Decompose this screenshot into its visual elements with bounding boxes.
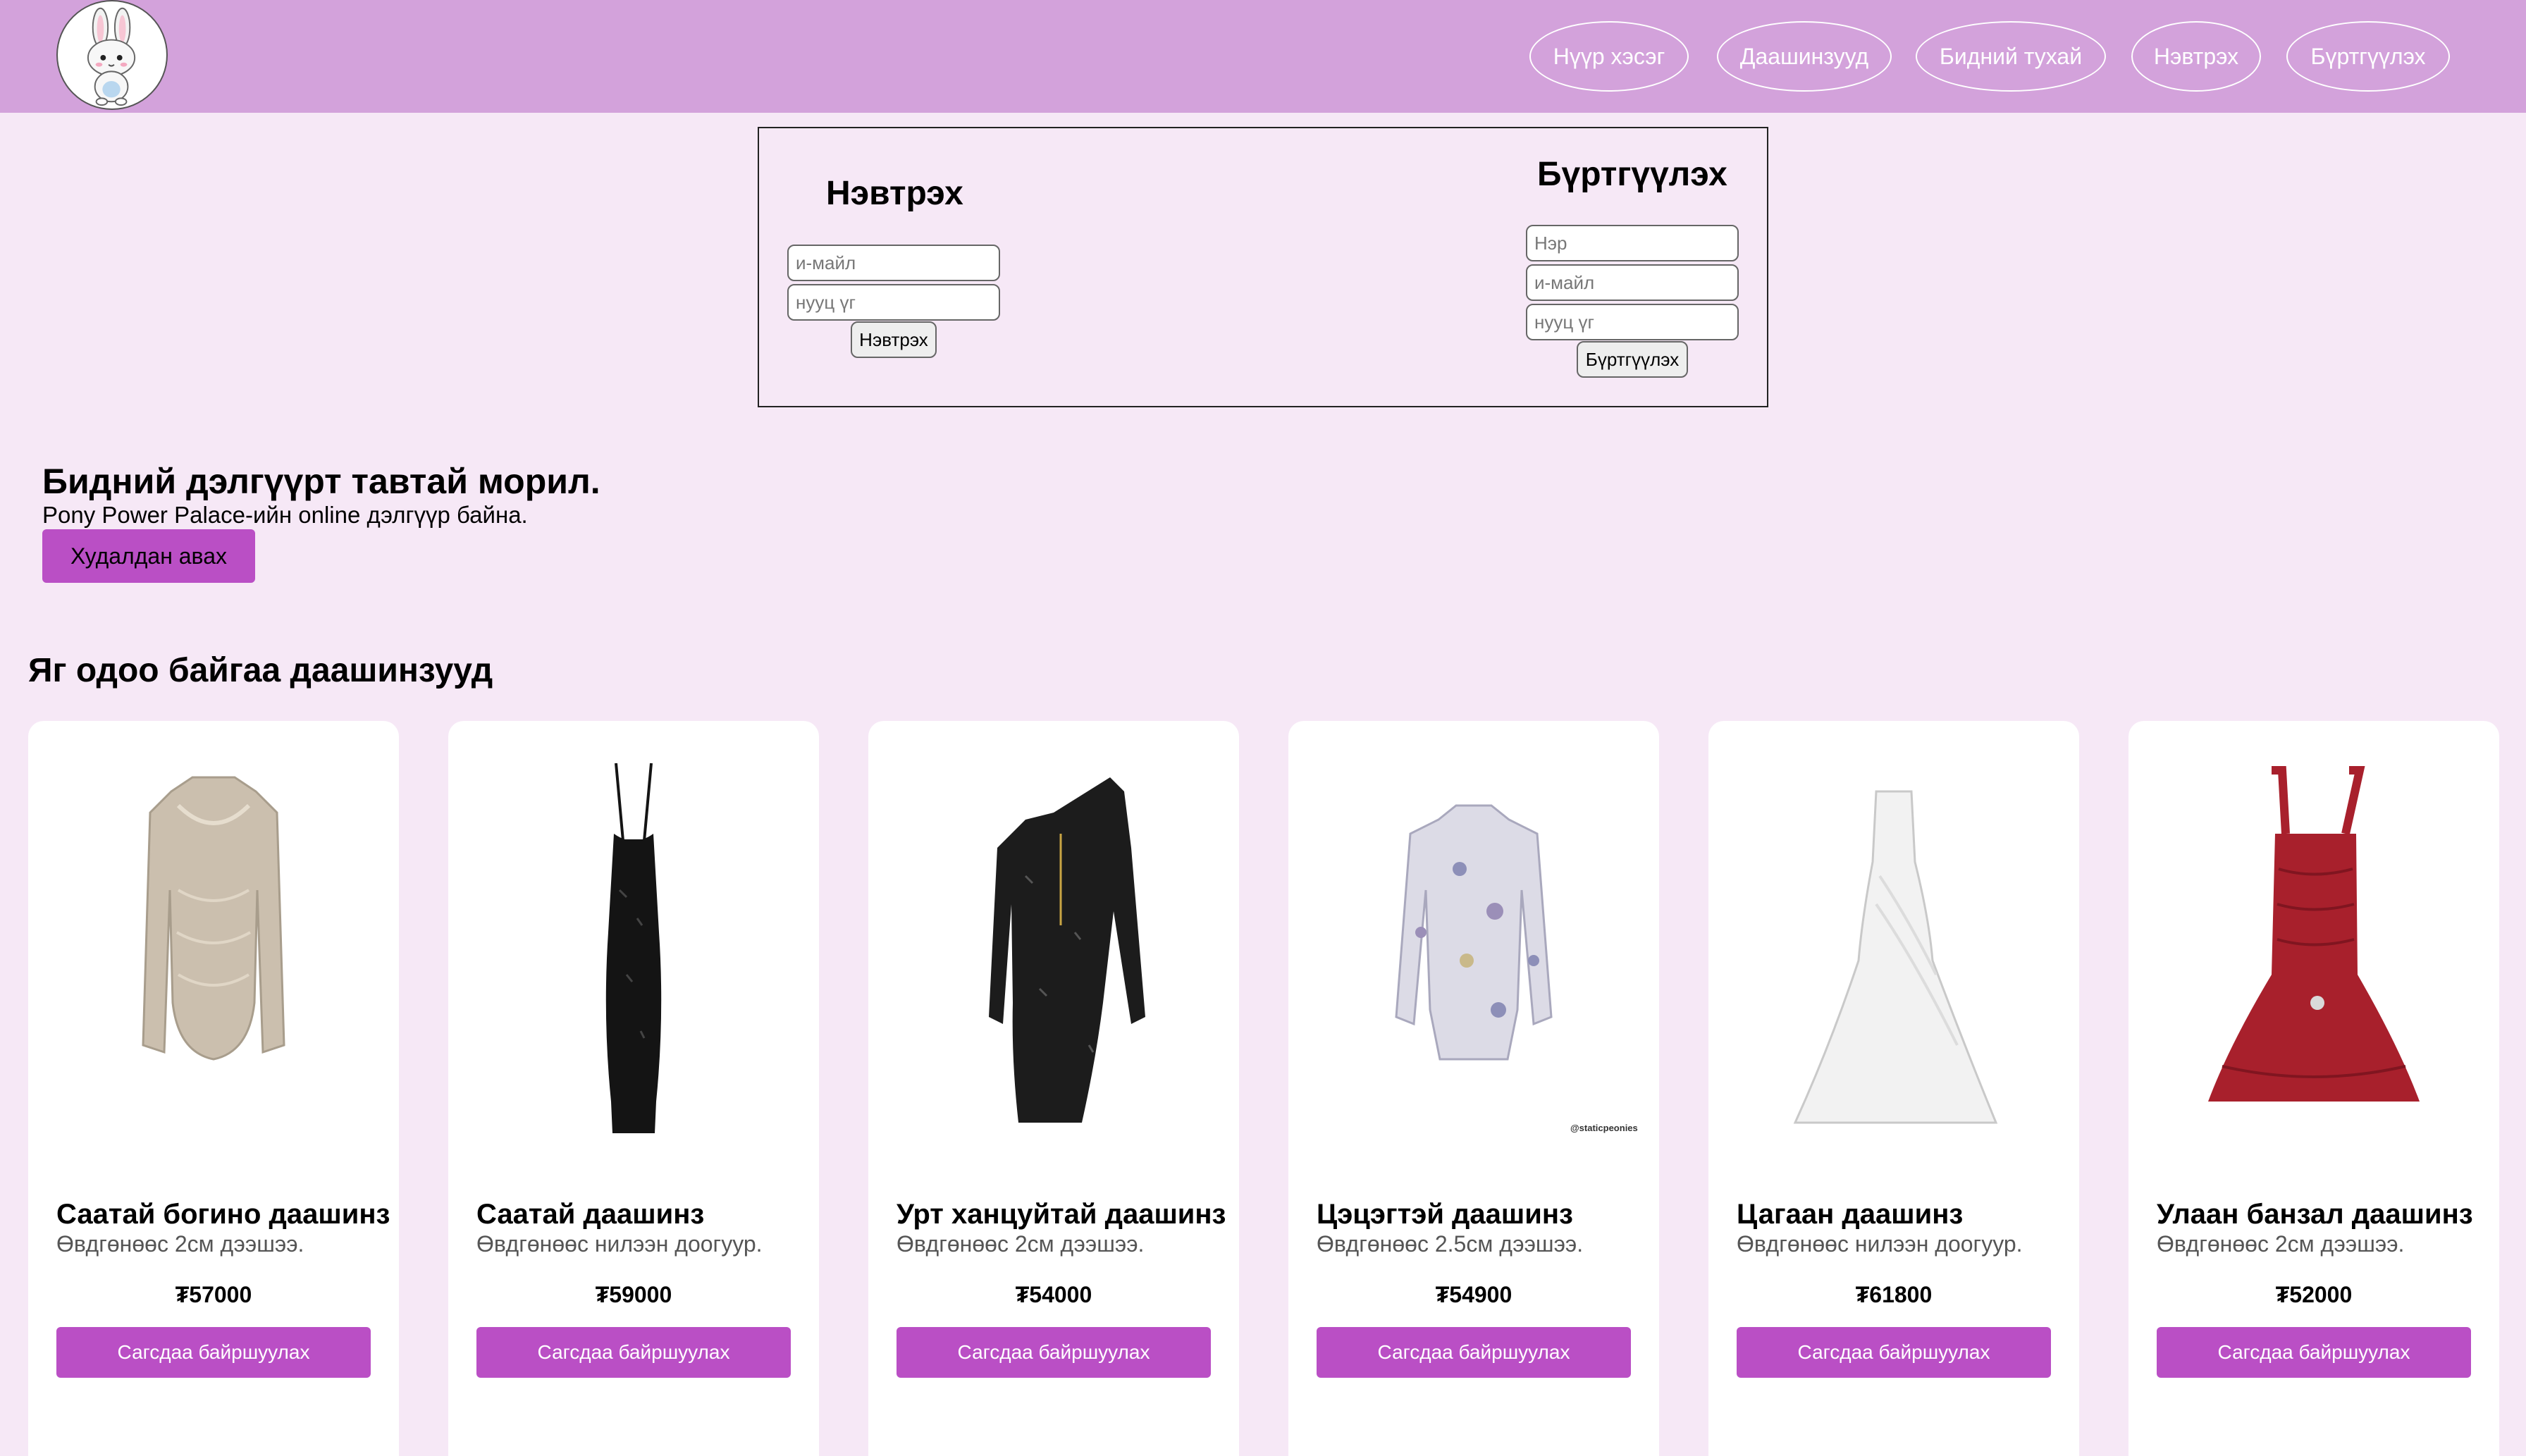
nav-login-button[interactable]: Нэвтрэх [2131,21,2261,92]
register-submit-button[interactable]: Бүртгүүлэх [1577,341,1688,378]
product-card: Цагаан даашинз Өвдгөнөөс нилээн доогуур.… [1708,721,2079,1456]
product-description: Өвдгөнөөс 2см дээшээ. [56,1231,304,1257]
product-price: ₮61800 [1855,1282,1933,1307]
add-to-cart-button[interactable]: Сагсдаа байршуулах [2157,1327,2471,1378]
login-title: Нэвтрэх [826,175,963,212]
product-price: ₮57000 [175,1282,252,1307]
product-price: ₮52000 [2275,1282,2353,1307]
register-name-input[interactable] [1526,225,1739,261]
dress-image [2173,749,2455,1158]
product-name: Саатай богино даашинз [56,1199,390,1230]
product-description: Өвдгөнөөс 2см дээшээ. [897,1231,1145,1257]
nav-home-button[interactable]: Нүүр хэсэг [1529,21,1689,92]
product-card: Урт ханцуйтай даашинз Өвдгөнөөс 2см дээш… [868,721,1239,1456]
product-price: ₮54900 [1435,1282,1512,1307]
product-price: ₮59000 [595,1282,672,1307]
dress-image [1333,749,1615,1158]
login-password-input[interactable] [787,284,1000,321]
page: Нүүр хэсэг Даашинзууд Бидний тухай Нэвтр… [0,0,2526,1456]
register-password-input[interactable] [1526,304,1739,340]
header-bar: Нүүр хэсэг Даашинзууд Бидний тухай Нэвтр… [0,0,2526,113]
dress-image [493,749,775,1158]
register-title: Бүртгүүлэх [1537,156,1727,193]
product-description: Өвдгөнөөс нилээн доогуур. [1737,1231,2023,1257]
product-card: Саатай даашинз Өвдгөнөөс нилээн доогуур.… [448,721,819,1456]
login-email-input[interactable] [787,245,1000,281]
add-to-cart-button[interactable]: Сагсдаа байршуулах [1317,1327,1631,1378]
product-description: Өвдгөнөөс 2см дээшээ. [2157,1231,2405,1257]
add-to-cart-button[interactable]: Сагсдаа байршуулах [897,1327,1211,1378]
hero-title: Бидний дэлгүүрт тавтай морил. [42,462,600,501]
dress-image [1753,749,2035,1158]
nav-dresses-button[interactable]: Даашинзууд [1717,21,1892,92]
add-to-cart-button[interactable]: Сагсдаа байршуулах [56,1327,371,1378]
dress-image [73,749,355,1158]
product-price: ₮54000 [1015,1282,1092,1307]
product-card: Улаан банзал даашинз Өвдгөнөөс 2см дээшэ… [2128,721,2499,1456]
product-card: @staticpeonies Цэцэгтэй даашинз Өвдгөнөө… [1288,721,1659,1456]
auth-panel: Нэвтрэх Нэвтрэх Бүртгүүлэх Бүртгүүлэх [758,127,1768,407]
products-section-title: Яг одоо байгаа даашинзууд [28,652,493,689]
login-submit-button[interactable]: Нэвтрэх [851,321,937,358]
product-description: Өвдгөнөөс 2.5см дээшээ. [1317,1231,1584,1257]
product-description: Өвдгөнөөс нилээн доогуур. [476,1231,763,1257]
product-name: Цэцэгтэй даашинз [1317,1199,1573,1230]
nav-register-button[interactable]: Бүртгүүлэх [2286,21,2450,92]
add-to-cart-button[interactable]: Сагсдаа байршуулах [1737,1327,2051,1378]
add-to-cart-button[interactable]: Сагсдаа байршуулах [476,1327,791,1378]
product-name: Урт ханцуйтай даашинз [897,1199,1226,1230]
dress-image [913,749,1195,1158]
shop-now-button[interactable]: Худалдан авах [42,529,255,583]
product-name: Саатай даашинз [476,1199,705,1230]
product-name: Улаан банзал даашинз [2157,1199,2473,1230]
bunny-logo-icon[interactable] [56,0,168,110]
nav-about-button[interactable]: Бидний тухай [1916,21,2106,92]
product-name: Цагаан даашинз [1737,1199,1964,1230]
register-email-input[interactable] [1526,264,1739,301]
hero-subtitle: Pony Power Palace-ийн online дэлгүүр бай… [42,502,528,528]
product-card: Саатай богино даашинз Өвдгөнөөс 2см дээш… [28,721,399,1456]
image-watermark: @staticpeonies [1570,1123,1638,1133]
